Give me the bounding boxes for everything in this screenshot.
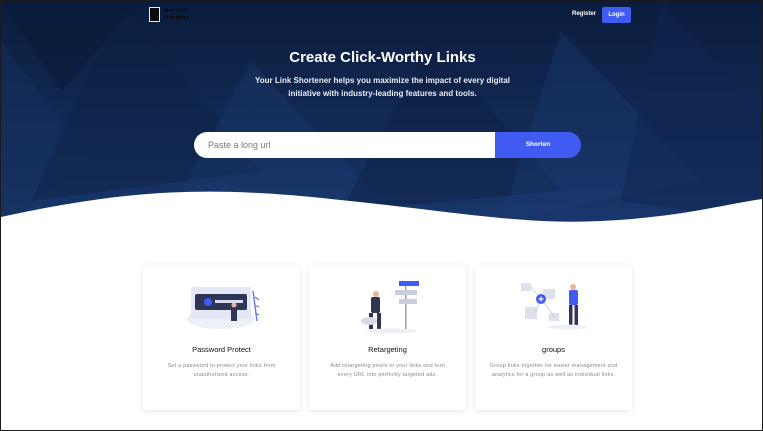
long-url-input[interactable]: [194, 132, 495, 158]
feature-card-password: Password Protect Set a password to prote…: [143, 265, 300, 410]
shorten-form: Shorten: [194, 132, 581, 158]
logo-text: Web Link Shortener: [163, 7, 189, 21]
hero-subtitle: Your Link Shortener helps you maximize t…: [254, 76, 511, 98]
logo-icon: [149, 7, 160, 22]
register-link[interactable]: Register: [572, 11, 596, 17]
groups-illustration: [521, 283, 587, 330]
hero-section: [1, 1, 762, 241]
shorten-button[interactable]: Shorten: [495, 132, 581, 158]
login-button[interactable]: Login: [602, 7, 631, 23]
feature-title: Password Protect: [192, 345, 251, 354]
feature-card-groups: groups Group links together for easier m…: [475, 265, 632, 410]
page-frame: Web Link Shortener Register Login Create…: [0, 0, 763, 431]
password-illustration: [187, 287, 260, 329]
feature-description: Set a password to protect your links fro…: [167, 363, 276, 378]
hero-wave: [1, 191, 762, 241]
hero-title: Create Click-Worthy Links: [289, 49, 476, 66]
feature-title: Retargeting: [368, 345, 407, 354]
logo[interactable]: Web Link Shortener: [149, 7, 191, 22]
feature-card-retargeting: Retargeting Add retargeting pixels to yo…: [309, 265, 466, 410]
retargeting-illustration: [361, 281, 419, 334]
feature-description: Group links together for easier manageme…: [489, 363, 618, 378]
feature-title: groups: [542, 345, 565, 354]
feature-description: Add retargeting pixels to your links and…: [330, 363, 445, 378]
